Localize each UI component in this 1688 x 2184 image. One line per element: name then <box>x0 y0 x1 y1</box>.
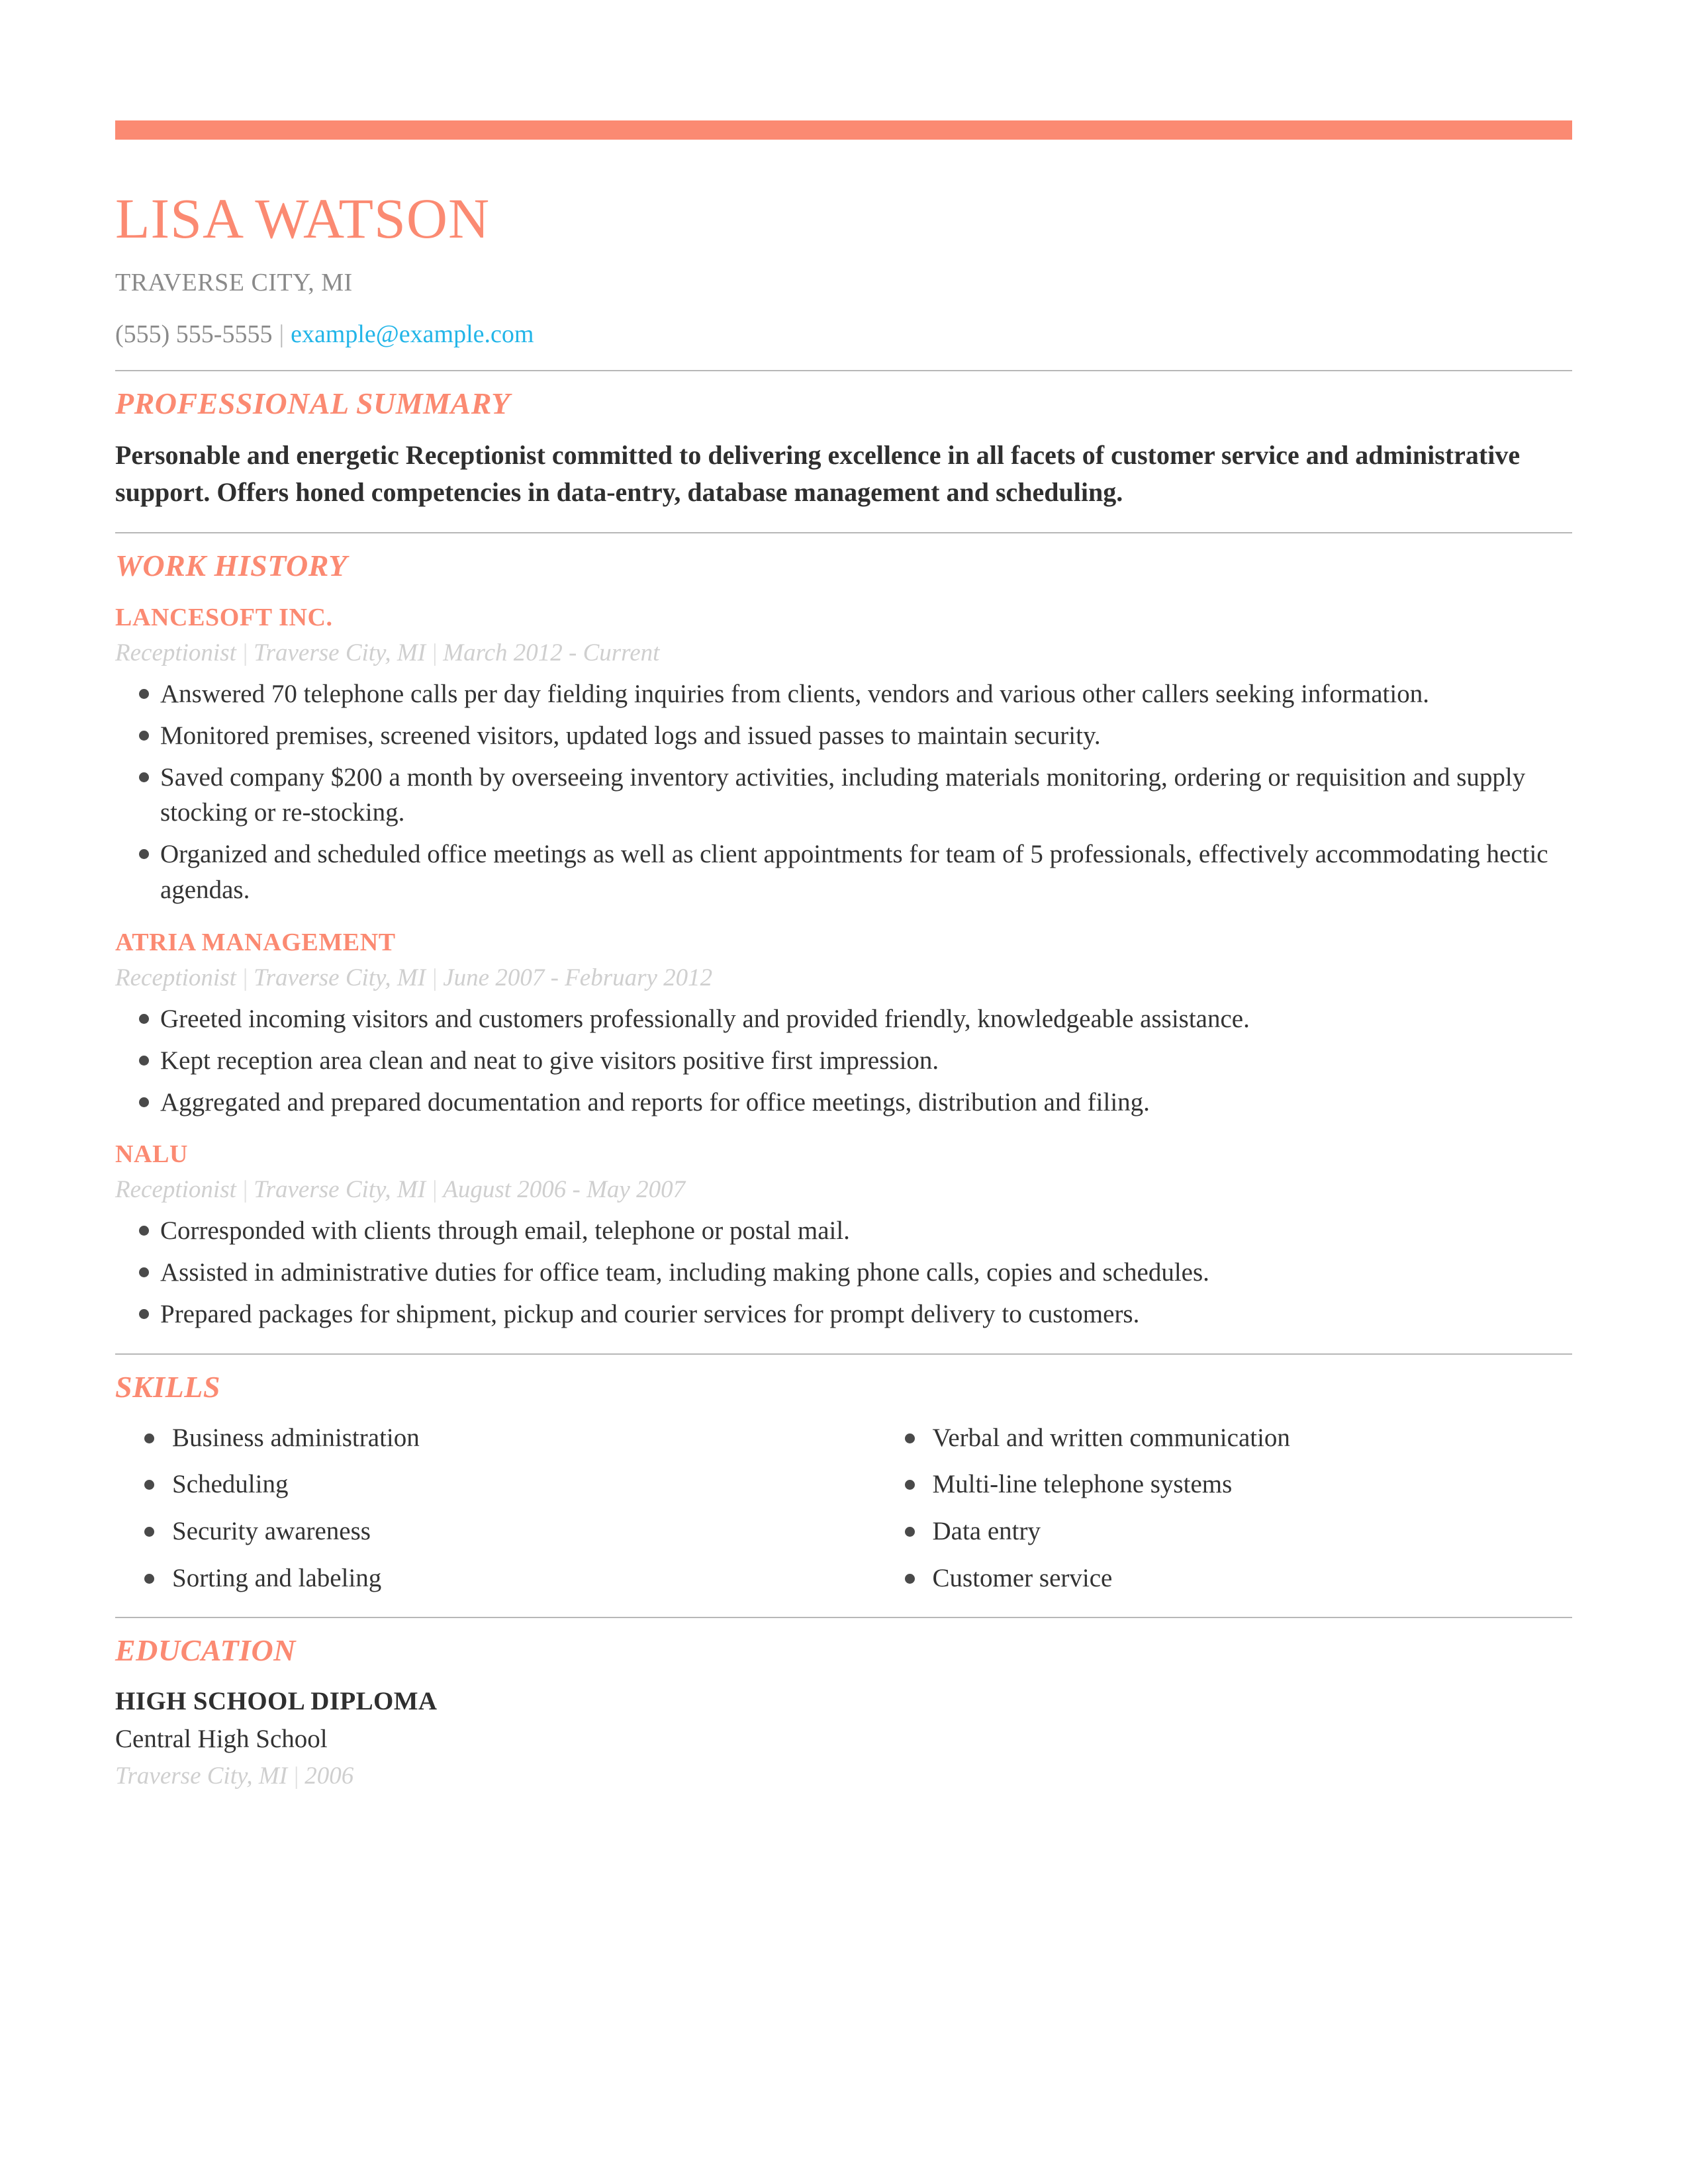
list-item: Scheduling <box>144 1468 844 1502</box>
top-accent-bar <box>115 120 1572 140</box>
job-bullet-list: Answered 70 telephone calls per day fiel… <box>115 676 1572 908</box>
meta-separator: | <box>431 964 438 991</box>
skills-list-left: Business administration Scheduling Secur… <box>115 1422 844 1596</box>
list-item: Customer service <box>904 1562 1573 1596</box>
resume-content: LISA WATSON TRAVERSE CITY, MI (555) 555-… <box>115 120 1572 1790</box>
header-location: TRAVERSE CITY, MI <box>115 269 353 296</box>
job-location: Traverse City, MI <box>254 639 426 666</box>
section-title-summary: PROFESSIONAL SUMMARY <box>115 387 510 420</box>
list-item: Multi-line telephone systems <box>904 1468 1573 1502</box>
skills-column-left: Business administration Scheduling Secur… <box>115 1422 844 1596</box>
education-location: Traverse City, MI <box>115 1762 288 1790</box>
resume-page: LISA WATSON TRAVERSE CITY, MI (555) 555-… <box>0 0 1688 2184</box>
education-meta: Traverse City, MI | 2006 <box>115 1762 1572 1790</box>
list-item: Business administration <box>144 1422 844 1455</box>
contact-separator: | <box>279 320 285 348</box>
skills-list-right: Verbal and written communication Multi-l… <box>876 1422 1573 1596</box>
list-item: Assisted in administrative duties for of… <box>115 1255 1572 1291</box>
list-item: Corresponded with clients through email,… <box>115 1213 1572 1249</box>
section-title-skills: SKILLS <box>115 1369 220 1404</box>
list-item: Verbal and written communication <box>904 1422 1573 1455</box>
job-meta: Receptionist | Traverse City, MI | June 2007… <box>115 964 1572 992</box>
job-dates: March 2012 - Current <box>443 639 660 666</box>
phone-number: (555) 555-5555 <box>115 320 273 348</box>
list-item: Data entry <box>904 1515 1573 1549</box>
divider-summary <box>115 370 1572 371</box>
job-role: Receptionist <box>115 1176 236 1204</box>
section-title-education: EDUCATION <box>115 1633 296 1667</box>
list-item: Monitored premises, screened visitors, u… <box>115 718 1572 754</box>
list-item: Answered 70 telephone calls per day fiel… <box>115 676 1572 712</box>
job-role: Receptionist <box>115 964 236 991</box>
list-item: Organized and scheduled office meetings … <box>115 837 1572 908</box>
job-role: Receptionist <box>115 639 236 666</box>
job-dates: August 2006 - May 2007 <box>443 1176 686 1204</box>
section-title-work-history: WORK HISTORY <box>115 549 348 582</box>
skills-column-right: Verbal and written communication Multi-l… <box>844 1422 1573 1596</box>
divider-work-history <box>115 532 1572 533</box>
education-degree: HIGH SCHOOL DIPLOMA <box>115 1686 438 1715</box>
meta-separator: | <box>241 964 249 991</box>
list-item: Greeted incoming visitors and customers … <box>115 1001 1572 1037</box>
job-meta: Receptionist | Traverse City, MI | August 20… <box>115 1175 1572 1204</box>
meta-separator: | <box>293 1762 300 1790</box>
job-location: Traverse City, MI <box>254 1176 426 1204</box>
summary-text: Personable and energetic Receptionist co… <box>115 440 1521 507</box>
contact-line: (555) 555-5555 | example@example.com <box>115 320 1572 349</box>
job-bullet-list: Greeted incoming visitors and customers … <box>115 1001 1572 1120</box>
meta-separator: | <box>431 1176 438 1204</box>
list-item: Security awareness <box>144 1515 844 1549</box>
list-item: Aggregated and prepared documentation an… <box>115 1085 1572 1120</box>
job-entry: ATRIA MANAGEMENT Receptionist | Traverse C… <box>115 928 1572 1120</box>
company-name: ATRIA MANAGEMENT <box>115 928 396 956</box>
company-name: LANCESOFT INC. <box>115 604 333 631</box>
job-meta: Receptionist | Traverse City, MI | March 201… <box>115 639 1572 667</box>
meta-separator: | <box>241 639 249 666</box>
divider-education <box>115 1616 1572 1618</box>
divider-skills <box>115 1353 1572 1355</box>
education-year: 2006 <box>305 1762 354 1790</box>
job-entry: LANCESOFT INC. Receptionist | Traverse Cit… <box>115 603 1572 908</box>
job-bullet-list: Corresponded with clients through email,… <box>115 1213 1572 1332</box>
company-name: NALU <box>115 1140 189 1169</box>
list-item: Saved company $200 a month by overseeing… <box>115 760 1572 831</box>
page-title: LISA WATSON <box>115 187 491 250</box>
education-school: Central High School <box>115 1724 328 1753</box>
list-item: Kept reception area clean and neat to gi… <box>115 1043 1572 1079</box>
job-entry: NALU Receptionist | Traverse City, MI | Augu… <box>115 1140 1572 1332</box>
skills-columns: Business administration Scheduling Secur… <box>115 1422 1572 1596</box>
meta-separator: | <box>431 639 438 666</box>
list-item: Sorting and labeling <box>144 1562 844 1596</box>
job-dates: June 2007 - February 2012 <box>443 964 713 991</box>
email-link[interactable]: example@example.com <box>291 320 534 348</box>
meta-separator: | <box>241 1176 249 1204</box>
job-location: Traverse City, MI <box>254 964 426 991</box>
list-item: Prepared packages for shipment, pickup a… <box>115 1297 1572 1332</box>
